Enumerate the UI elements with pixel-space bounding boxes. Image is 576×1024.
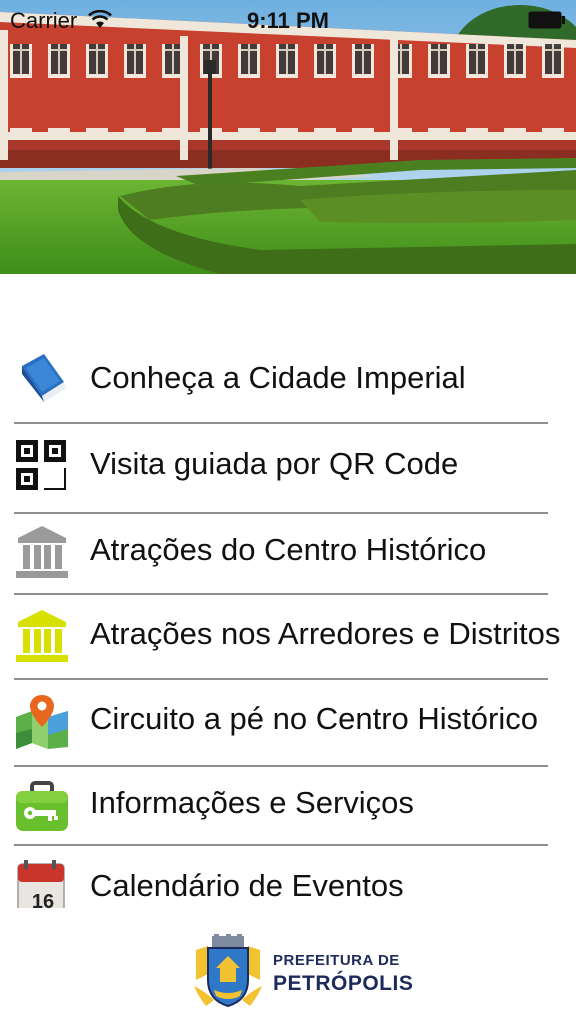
menu-item-cidade-imperial[interactable]: Conheça a Cidade Imperial <box>0 338 576 422</box>
hero-image <box>0 0 576 274</box>
museum-icon <box>16 526 68 578</box>
qr-code-icon <box>16 440 66 490</box>
main-menu: Conheça a Cidade Imperial Visita guiada … <box>0 336 576 908</box>
menu-item-label: Atrações do Centro Histórico <box>90 532 487 567</box>
footer-logo: PREFEITURA DE PETRÓPOLIS <box>0 930 576 1010</box>
battery-icon <box>528 11 565 29</box>
status-time: 9:11 PM <box>247 8 329 33</box>
calendar-day: 16 <box>32 891 54 908</box>
footer-line1: PREFEITURA DE <box>273 952 400 969</box>
menu-item-label: Atrações nos Arredores e Distritos <box>90 616 561 651</box>
museum-yellow-icon <box>16 610 68 662</box>
city-crest-icon <box>194 934 262 1008</box>
toolbox-icon <box>16 781 68 831</box>
map-pin-icon <box>16 695 68 749</box>
footer-line2: PETRÓPOLIS <box>273 972 414 995</box>
menu-item-label: Calendário de Eventos <box>90 868 404 903</box>
calendar-icon: 16 <box>17 860 65 908</box>
book-icon <box>22 354 66 402</box>
menu-item-qr-code[interactable]: Visita guiada por QR Code <box>0 424 576 508</box>
menu-item-centro-historico[interactable]: Atrações do Centro Histórico <box>0 510 576 594</box>
menu-item-circuito-a-pe[interactable]: Circuito a pé no Centro Histórico <box>0 679 576 763</box>
menu-item-calendario-eventos[interactable]: 16 Calendário de Eventos <box>0 846 576 908</box>
menu-item-label: Conheça a Cidade Imperial <box>90 360 466 395</box>
menu-item-informacoes-servicos[interactable]: Informações e Serviços <box>0 763 576 847</box>
menu-item-label: Circuito a pé no Centro Histórico <box>90 701 538 736</box>
menu-item-arredores-distritos[interactable]: Atrações nos Arredores e Distritos <box>0 594 576 678</box>
menu-item-label: Visita guiada por QR Code <box>90 446 459 481</box>
status-bar: Carrier 9:11 PM <box>0 0 576 40</box>
menu-item-label: Informações e Serviços <box>90 785 414 820</box>
